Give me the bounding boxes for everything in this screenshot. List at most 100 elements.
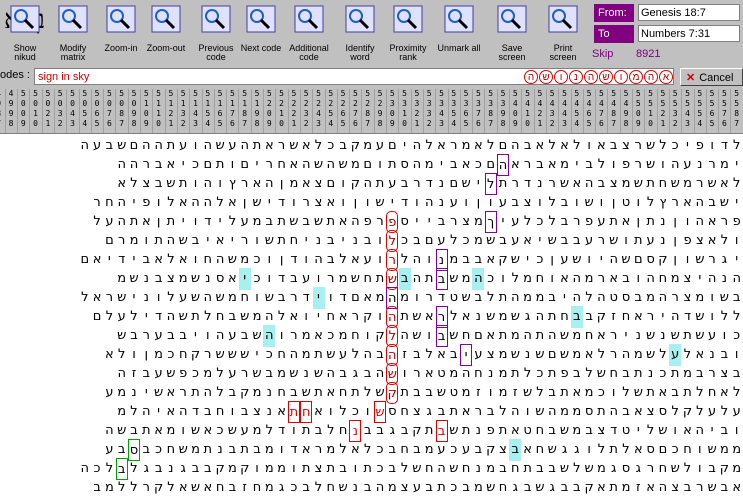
column-number: 5 1 0 9 [140, 89, 154, 133]
matrix-letter[interactable]: נ [349, 477, 361, 499]
from-label: From: [594, 4, 634, 22]
matrix-letter[interactable]: ג [546, 477, 558, 499]
unmark-all-icon [443, 4, 475, 34]
zoom-in-button[interactable]: Zoom-in [98, 2, 144, 64]
modify-matrix-button[interactable]: Modify matrix [50, 2, 96, 64]
matrix-letter[interactable]: ב [460, 477, 472, 499]
matrix-letter[interactable]: א [645, 477, 657, 499]
matrix-letter[interactable]: א [731, 477, 743, 499]
matrix-letter[interactable]: ח [497, 477, 509, 499]
matrix-letter[interactable]: ב [682, 477, 694, 499]
code-hit-letter: ש [599, 69, 613, 84]
matrix-letter[interactable]: א [177, 477, 189, 499]
matrix-letter[interactable]: ל [313, 477, 325, 499]
code-hit-letter: ה [584, 69, 598, 84]
zoom-out-label: Zoom-out [146, 43, 186, 53]
code-hit-letters: השונהשומהא [524, 68, 674, 86]
matrix-letter[interactable]: ז [632, 477, 644, 499]
matrix-letter[interactable]: מ [263, 477, 275, 499]
matrix-letter[interactable]: ש [534, 477, 546, 499]
matrix-letter[interactable]: מ [620, 477, 632, 499]
column-number: 5 5 2 1 [657, 89, 670, 133]
close-icon: ✕ [686, 72, 696, 84]
matrix-letter[interactable]: ז [239, 477, 251, 499]
matrix-letter[interactable]: ת [436, 477, 448, 499]
additional-code-button[interactable]: Additional code [286, 2, 332, 64]
show-nikud-button[interactable]: Show nikud [2, 2, 48, 64]
proximity-rank-label: Proximity rank [389, 43, 427, 62]
column-number: 5 2 9 8 [374, 89, 387, 133]
column-number: 5 1 7 6 [226, 89, 240, 133]
matrix-letter[interactable]: ק [583, 477, 595, 499]
codes-bar: odes : sign in sky השונהשומהא ✕ Cancel [0, 66, 743, 88]
previous-code-icon [200, 4, 232, 34]
matrix-letter[interactable]: ע [411, 477, 423, 499]
column-numbers-header: 5 5 8 75 5 7 65 5 6 55 5 5 45 5 4 35 5 3… [0, 89, 743, 134]
code-hit-letter: ה [524, 69, 538, 84]
print-screen-button[interactable]: Print screen [540, 2, 586, 64]
matrix-letter[interactable]: ל [165, 477, 177, 499]
matrix-letter[interactable]: ב [300, 477, 312, 499]
matrix-letter[interactable]: ת [608, 477, 620, 499]
matrix-letter[interactable]: ל [116, 477, 128, 499]
column-number: 5 4 6 5 [583, 89, 597, 133]
matrix-letter[interactable]: ב [522, 477, 534, 499]
next-code-button[interactable]: Next code [238, 2, 284, 64]
column-number: 5 3 3 2 [423, 89, 437, 133]
modify-matrix-label: Modify matrix [59, 43, 87, 62]
matrix-letter[interactable]: ר [140, 477, 152, 499]
matrix-letter[interactable]: ב [559, 477, 571, 499]
matrix-letter[interactable]: ח [214, 477, 226, 499]
matrix-letter[interactable]: א [202, 477, 214, 499]
letter-matrix[interactable]: 5 5 8 75 5 7 65 5 6 55 5 5 45 5 4 35 5 3… [0, 89, 743, 504]
matrix-letter[interactable]: ה [657, 477, 669, 499]
matrix-letter[interactable]: ש [706, 477, 718, 499]
matrix-letter[interactable]: ה [374, 477, 386, 499]
matrix-letter[interactable]: מ [472, 477, 484, 499]
matrix-letter[interactable]: ב [226, 477, 238, 499]
matrix-letter[interactable]: ב [362, 477, 374, 499]
matrix-letter[interactable]: ג [276, 477, 288, 499]
matrix-letter[interactable]: מ [103, 477, 115, 499]
matrix-row: אבשרבצהאזמתאקבבגשבגחשמבכתבעצמהבנשחלבכגמח… [0, 477, 743, 499]
matrix-letter[interactable]: כ [448, 477, 460, 499]
identify-word-icon [344, 4, 376, 34]
column-number: 5 0 4 3 [67, 89, 80, 133]
matrix-letter[interactable]: ב [718, 477, 730, 499]
column-number: 5 4 8 7 [608, 89, 621, 133]
to-verse-input[interactable]: Numbers 7:31 [638, 25, 740, 42]
matrix-letter[interactable]: כ [288, 477, 300, 499]
matrix-letter[interactable]: א [595, 477, 607, 499]
matrix-letter[interactable]: ש [337, 477, 349, 499]
previous-code-button[interactable]: Previous code [193, 2, 239, 64]
matrix-letter[interactable]: ח [251, 477, 263, 499]
identify-word-button[interactable]: Identify word [337, 2, 383, 64]
column-number: 5 5 8 7 [731, 89, 743, 133]
proximity-rank-button[interactable]: Proximity rank [385, 2, 431, 64]
matrix-letter[interactable]: ק [153, 477, 165, 499]
matrix-letter[interactable]: ח [325, 477, 337, 499]
matrix-letter[interactable]: ב [91, 477, 103, 499]
matrix-letter[interactable]: ב [571, 477, 583, 499]
unmark-all-button[interactable]: Unmark all [436, 2, 482, 64]
matrix-letter[interactable]: ל [128, 477, 140, 499]
matrix-letter[interactable]: ב [423, 477, 435, 499]
matrix-letter[interactable]: ש [190, 477, 202, 499]
column-number: 5 0 3 2 [54, 89, 68, 133]
save-screen-button[interactable]: Save screen [489, 2, 535, 64]
zoom-out-button[interactable]: Zoom-out [143, 2, 189, 64]
from-verse-input[interactable]: Genesis 18:7 [638, 4, 740, 21]
skip-value: 8921 [636, 48, 661, 60]
column-number: 5 3 8 7 [485, 89, 498, 133]
save-screen-label: Save screen [498, 43, 526, 62]
column-number: 5 2 2 1 [288, 89, 301, 133]
matrix-letter[interactable]: צ [399, 477, 411, 499]
matrix-letter[interactable]: צ [669, 477, 681, 499]
matrix-letter[interactable]: ר [694, 477, 706, 499]
cancel-button[interactable]: ✕ Cancel [680, 68, 743, 86]
matrix-letter[interactable]: ג [509, 477, 521, 499]
matrix-letter[interactable]: מ [386, 477, 398, 499]
column-number: 5 2 6 5 [337, 89, 351, 133]
column-number: 5 4 9 8 [620, 89, 633, 133]
matrix-letter[interactable]: ש [485, 477, 497, 499]
